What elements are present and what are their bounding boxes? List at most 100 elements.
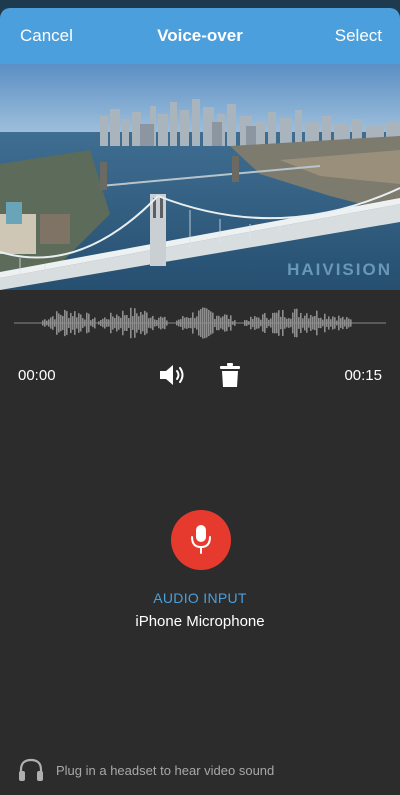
waveform-bar (192, 312, 194, 334)
waveform-bar (144, 310, 146, 336)
waveform-bar (164, 316, 166, 330)
waveform-bar (44, 319, 46, 327)
waveform-bar (98, 321, 100, 325)
waveform-bar (76, 317, 78, 329)
waveform-bar (188, 317, 190, 329)
waveform-bar (312, 316, 314, 330)
record-button[interactable] (171, 510, 231, 570)
waveform-bar (338, 315, 340, 331)
waveform-bar (150, 317, 152, 329)
waveform-bar (316, 310, 318, 336)
waveform-bar (152, 315, 154, 331)
waveform-bar (68, 318, 70, 328)
waveform-bar (198, 310, 200, 336)
waveform-bar (232, 321, 234, 325)
waveform-bar (216, 315, 218, 331)
waveform-bar (186, 317, 188, 329)
waveform-bar (248, 321, 250, 325)
waveform-bar (228, 318, 230, 328)
waveform-bar (156, 320, 158, 326)
waveform-bar (132, 316, 134, 330)
waveform-bar (322, 319, 324, 327)
waveform-bar (136, 313, 138, 333)
waveform-bar (80, 314, 82, 332)
waveform-bar (272, 312, 274, 334)
waveform-bar (252, 318, 254, 328)
voice-over-sheet: Cancel Voice-over Select HAIVISION 00:00… (0, 8, 400, 795)
waveform-bar (140, 312, 142, 334)
audio-waveform[interactable] (0, 298, 400, 348)
waveform-bar (298, 317, 300, 329)
waveform-bar (220, 317, 222, 329)
waveform-bar (206, 308, 208, 338)
waveform-bar (270, 318, 272, 328)
waveform-bar (56, 311, 58, 335)
current-time: 00:00 (18, 367, 56, 384)
waveform-bar (148, 318, 150, 328)
waveform-bar (130, 307, 132, 339)
waveform-bar (70, 312, 72, 334)
waveform-bar (246, 320, 248, 326)
waveform-bar (208, 309, 210, 337)
waveform-bar (142, 314, 144, 332)
waveform-bar (332, 316, 334, 330)
waveform-bar (124, 315, 126, 331)
waveform-bar (340, 318, 342, 328)
waveform-bar (58, 313, 60, 333)
waveform-bar (190, 317, 192, 329)
select-button[interactable]: Select (335, 26, 382, 46)
waveform-bar (108, 319, 110, 327)
waveform-bar (306, 313, 308, 333)
waveform-bar (266, 317, 268, 329)
waveform-bar (126, 314, 128, 332)
waveform-bar (282, 309, 284, 337)
waveform-bar (50, 317, 52, 329)
waveform-bar (294, 308, 296, 338)
waveform-bar (46, 320, 48, 326)
waveform-bar (288, 318, 290, 328)
waveform-bar (230, 315, 232, 331)
waveform-bar (202, 307, 204, 339)
waveform-bar (66, 311, 68, 335)
waveform-bar (184, 317, 186, 329)
waveform-bar (292, 312, 294, 334)
video-watermark: HAIVISION (287, 260, 392, 279)
waveform-bar (162, 317, 164, 329)
waveform-bar (182, 316, 184, 330)
waveform-bar (278, 310, 280, 336)
waveform-bar (262, 314, 264, 332)
waveform-bar (334, 317, 336, 329)
waveform-bar (324, 313, 326, 333)
video-preview[interactable]: HAIVISION (0, 64, 400, 290)
waveform-bar (86, 312, 88, 334)
trash-icon[interactable] (219, 362, 241, 388)
audio-input-selector[interactable]: iPhone Microphone (0, 613, 400, 630)
audio-input-label: AUDIO INPUT (153, 590, 247, 606)
waveform-bar (296, 308, 298, 338)
waveform-bar (276, 312, 278, 334)
waveform-bar (304, 315, 306, 331)
waveform-bar (84, 319, 86, 327)
waveform-bar (330, 319, 332, 327)
waveform-bar (244, 320, 246, 326)
headphones-icon (19, 758, 43, 781)
waveform-bar (114, 317, 116, 329)
waveform-bar (346, 317, 348, 329)
waveform-bar (88, 313, 90, 333)
waveform-bar (290, 318, 292, 328)
waveform-bar (158, 317, 160, 329)
speaker-icon[interactable] (158, 362, 186, 388)
waveform-bar (326, 319, 328, 327)
waveform-bar (120, 317, 122, 329)
waveform-bar (200, 309, 202, 337)
waveform-bar (214, 318, 216, 328)
waveform-bar (154, 319, 156, 327)
waveform-bar (72, 316, 74, 330)
waveform-bar (286, 318, 288, 328)
waveform-bar (102, 318, 104, 328)
waveform-bar (348, 318, 350, 328)
waveform-bar (92, 318, 94, 328)
waveform-bar (280, 316, 282, 330)
waveform-bar (100, 320, 102, 326)
waveform-bar (218, 315, 220, 331)
